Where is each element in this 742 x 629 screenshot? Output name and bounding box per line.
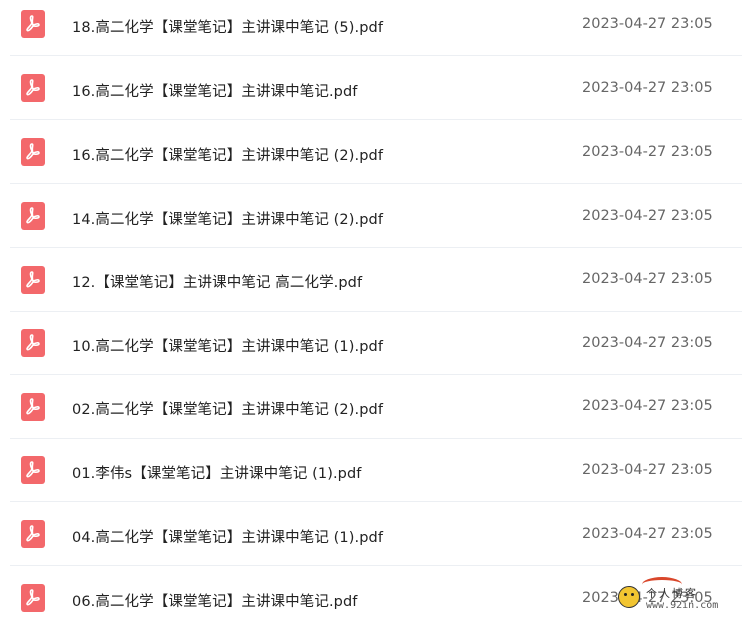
- file-name: 02.高二化学【课堂笔记】主讲课中笔记 (2).pdf: [72, 402, 384, 418]
- watermark-title: 个人博客: [646, 587, 698, 600]
- pdf-icon: [21, 393, 45, 421]
- file-date: 2023-04-27 23:05: [582, 16, 713, 32]
- site-watermark: 个人博客 www.92in.com: [618, 575, 742, 615]
- file-date: 2023-04-27 23:05: [582, 80, 713, 96]
- pdf-icon: [21, 329, 45, 357]
- pdf-icon: [21, 584, 45, 612]
- file-name: 18.高二化学【课堂笔记】主讲课中笔记 (5).pdf: [72, 20, 384, 36]
- file-row[interactable]: 10.高二化学【课堂笔记】主讲课中笔记 (1).pdf 2023-04-27 2…: [10, 312, 742, 375]
- pdf-icon: [21, 138, 45, 166]
- pdf-icon: [21, 520, 45, 548]
- file-date: 2023-04-27 23:05: [582, 144, 713, 160]
- file-name: 16.高二化学【课堂笔记】主讲课中笔记.pdf: [72, 84, 358, 100]
- file-row[interactable]: 04.高二化学【课堂笔记】主讲课中笔记 (1).pdf 2023-04-27 2…: [10, 503, 742, 566]
- file-name: 14.高二化学【课堂笔记】主讲课中笔记 (2).pdf: [72, 212, 384, 228]
- file-row[interactable]: 01.李伟s【课堂笔记】主讲课中笔记 (1).pdf 2023-04-27 23…: [10, 439, 742, 502]
- file-row[interactable]: 18.高二化学【课堂笔记】主讲课中笔记 (5).pdf 2023-04-27 2…: [10, 0, 742, 56]
- file-date: 2023-04-27 23:05: [582, 462, 713, 478]
- file-row[interactable]: 16.高二化学【课堂笔记】主讲课中笔记.pdf 2023-04-27 23:05: [10, 57, 742, 120]
- file-name: 04.高二化学【课堂笔记】主讲课中笔记 (1).pdf: [72, 530, 384, 546]
- file-row[interactable]: 14.高二化学【课堂笔记】主讲课中笔记 (2).pdf 2023-04-27 2…: [10, 185, 742, 248]
- file-name: 12.【课堂笔记】主讲课中笔记 高二化学.pdf: [72, 275, 363, 291]
- file-name: 10.高二化学【课堂笔记】主讲课中笔记 (1).pdf: [72, 339, 384, 355]
- pdf-icon: [21, 74, 45, 102]
- row-divider: [10, 55, 742, 56]
- row-divider: [10, 374, 742, 375]
- file-date: 2023-04-27 23:05: [582, 526, 713, 542]
- file-date: 2023-04-27 23:05: [582, 398, 713, 414]
- pdf-icon: [21, 266, 45, 294]
- file-row[interactable]: 16.高二化学【课堂笔记】主讲课中笔记 (2).pdf 2023-04-27 2…: [10, 121, 742, 184]
- pdf-icon: [21, 10, 45, 38]
- file-date: 2023-04-27 23:05: [582, 208, 713, 224]
- file-date: 2023-04-27 23:05: [582, 335, 713, 351]
- mascot-face-icon: [618, 586, 640, 608]
- file-date: 2023-04-27 23:05: [582, 271, 713, 287]
- row-divider: [10, 119, 742, 120]
- file-name: 01.李伟s【课堂笔记】主讲课中笔记 (1).pdf: [72, 466, 362, 482]
- row-divider: [10, 501, 742, 502]
- file-name: 06.高二化学【课堂笔记】主讲课中笔记.pdf: [72, 594, 358, 610]
- row-divider: [10, 247, 742, 248]
- pdf-icon: [21, 456, 45, 484]
- file-row[interactable]: 02.高二化学【课堂笔记】主讲课中笔记 (2).pdf 2023-04-27 2…: [10, 376, 742, 439]
- file-name: 16.高二化学【课堂笔记】主讲课中笔记 (2).pdf: [72, 148, 384, 164]
- row-divider: [10, 183, 742, 184]
- pdf-icon: [21, 202, 45, 230]
- file-row[interactable]: 12.【课堂笔记】主讲课中笔记 高二化学.pdf 2023-04-27 23:0…: [10, 249, 742, 312]
- watermark-url: www.92in.com: [646, 600, 719, 611]
